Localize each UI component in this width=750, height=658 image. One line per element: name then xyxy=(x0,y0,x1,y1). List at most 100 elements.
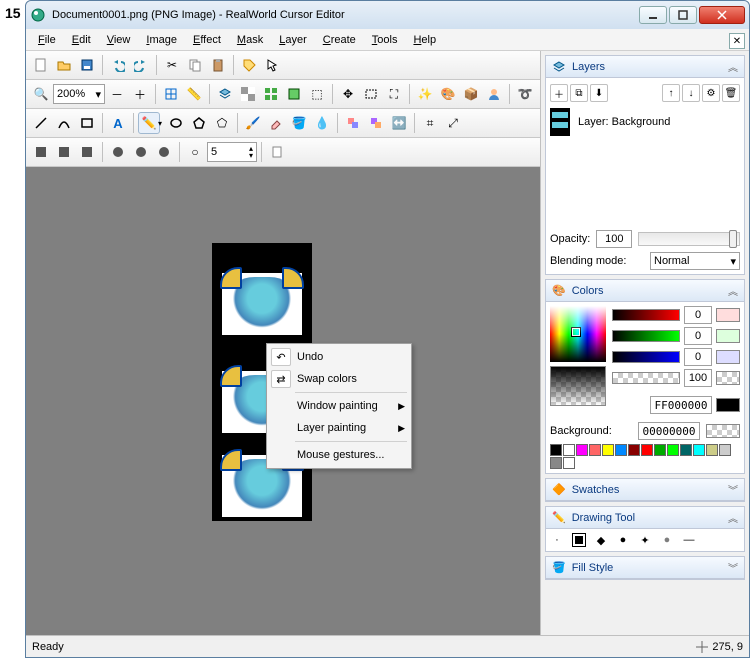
palette-swatch[interactable] xyxy=(550,457,562,469)
menu-file[interactable]: File xyxy=(30,32,64,48)
ellipse-tool-icon[interactable] xyxy=(165,112,187,134)
palette-swatch[interactable] xyxy=(563,457,575,469)
eraser-tool-icon[interactable] xyxy=(265,112,287,134)
opacity-input[interactable] xyxy=(596,230,632,248)
crop-tool-icon[interactable]: ⌗ xyxy=(419,112,441,134)
pencil-tool-icon[interactable]: ✏️ xyxy=(138,112,160,134)
palette-swatch[interactable] xyxy=(706,444,718,456)
brush-1px[interactable]: · xyxy=(550,533,564,547)
menu-help[interactable]: Help xyxy=(405,32,444,48)
layer-item[interactable]: Layer: Background xyxy=(550,106,740,138)
menu-image[interactable]: Image xyxy=(138,32,185,48)
tag-icon[interactable] xyxy=(238,54,260,76)
menu-tools[interactable]: Tools xyxy=(364,32,406,48)
palette-swatch[interactable] xyxy=(680,444,692,456)
select-rect-icon[interactable] xyxy=(360,83,382,105)
transform-tool-icon[interactable]: ⤢ xyxy=(442,112,464,134)
layer-up-icon[interactable]: ↑ xyxy=(662,84,680,102)
checker-icon[interactable] xyxy=(237,83,259,105)
minimize-button[interactable] xyxy=(639,6,667,24)
effect2-icon[interactable]: 🎨 xyxy=(437,83,459,105)
palette-swatch[interactable] xyxy=(550,444,562,456)
paste-icon[interactable] xyxy=(207,54,229,76)
brush-star[interactable]: ✦ xyxy=(638,533,652,547)
zoom-combo[interactable]: 200%▾ xyxy=(53,84,105,104)
r-input[interactable] xyxy=(684,306,712,324)
bg-hex-input[interactable] xyxy=(638,422,700,440)
zoom-tool-icon[interactable]: 🔍 xyxy=(30,83,52,105)
text-tool-icon[interactable]: A xyxy=(107,112,129,134)
canvas[interactable]: ↶Undo ⇄Swap colors Window painting▶ Laye… xyxy=(26,167,540,635)
dup-layer-icon[interactable]: ⧉ xyxy=(570,84,588,102)
menu-edit[interactable]: Edit xyxy=(64,32,99,48)
brush-tool-icon[interactable]: 🖌️ xyxy=(242,112,264,134)
menu-create[interactable]: Create xyxy=(315,32,364,48)
maximize-button[interactable] xyxy=(669,6,697,24)
b-input[interactable] xyxy=(684,348,712,366)
opt3[interactable] xyxy=(76,141,98,163)
palette-swatch[interactable] xyxy=(628,444,640,456)
ctx-swap-colors[interactable]: ⇄Swap colors xyxy=(269,368,409,390)
palette-swatch[interactable] xyxy=(719,444,731,456)
collapse-icon[interactable]: ︽ xyxy=(728,59,738,74)
menu-effect[interactable]: Effect xyxy=(185,32,229,48)
palette-swatch[interactable] xyxy=(654,444,666,456)
select-move-icon[interactable]: ✥ xyxy=(337,83,359,105)
panel-layers-header[interactable]: Layers ︽ xyxy=(546,56,744,78)
new-layer-icon[interactable]: ＋ xyxy=(550,84,568,102)
palette-swatch[interactable] xyxy=(602,444,614,456)
pointer-icon[interactable] xyxy=(261,54,283,76)
palette-swatch[interactable] xyxy=(693,444,705,456)
polygon-tool-icon[interactable] xyxy=(188,112,210,134)
collapse-icon[interactable]: ︽ xyxy=(728,510,738,525)
brush-line[interactable]: ― xyxy=(682,533,696,547)
opt-round1[interactable] xyxy=(107,141,129,163)
a-slider[interactable] xyxy=(612,372,680,384)
opt-circle[interactable]: ○ xyxy=(184,141,206,163)
brush-circle[interactable]: ● xyxy=(616,533,630,547)
ruler-icon[interactable]: 📏 xyxy=(183,83,205,105)
brush-diamond[interactable]: ◆ xyxy=(594,533,608,547)
zoom-in-icon[interactable]: ＋ xyxy=(129,83,151,105)
layer-down-icon[interactable]: ↓ xyxy=(682,84,700,102)
bg-swatch[interactable] xyxy=(706,424,740,438)
stamp-tool-icon[interactable] xyxy=(365,112,387,134)
copy-icon[interactable] xyxy=(184,54,206,76)
opt-round3[interactable] xyxy=(153,141,175,163)
select-all-icon[interactable]: ⛶ xyxy=(383,83,405,105)
g-input[interactable] xyxy=(684,327,712,345)
size-spinner[interactable]: 5▴▾ xyxy=(207,142,257,162)
curve-tool-icon[interactable] xyxy=(53,112,75,134)
ctx-layer-painting[interactable]: Layer painting▶ xyxy=(269,417,409,439)
rect-tool-icon[interactable] xyxy=(76,112,98,134)
fill-tool-icon[interactable]: 🪣 xyxy=(288,112,310,134)
ctx-mouse-gestures[interactable]: Mouse gestures... xyxy=(269,444,409,466)
palette-swatch[interactable] xyxy=(576,444,588,456)
delete-layer-icon[interactable]: 🗑 xyxy=(722,84,740,102)
lasso-icon[interactable]: ➰ xyxy=(514,83,536,105)
panel-colors-header[interactable]: 🎨 Colors ︽ xyxy=(546,280,744,302)
undo-icon[interactable] xyxy=(107,54,129,76)
line-tool-icon[interactable] xyxy=(30,112,52,134)
opt2[interactable] xyxy=(53,141,75,163)
save-icon[interactable] xyxy=(76,54,98,76)
image-bounds-icon[interactable] xyxy=(283,83,305,105)
open-icon[interactable] xyxy=(53,54,75,76)
layers-view-icon[interactable] xyxy=(214,83,236,105)
opacity-slider[interactable] xyxy=(638,232,740,246)
close-document-button[interactable]: ✕ xyxy=(729,33,745,49)
r-slider[interactable] xyxy=(612,309,680,321)
b-slider[interactable] xyxy=(612,351,680,363)
panel-fill-header[interactable]: 🪣 Fill Style ︾ xyxy=(546,557,744,579)
layer-props-icon[interactable]: ⚙ xyxy=(702,84,720,102)
color-picker-hue[interactable] xyxy=(550,306,606,362)
menu-view[interactable]: View xyxy=(99,32,139,48)
merge-down-icon[interactable]: ⬇ xyxy=(590,84,608,102)
move-tool-icon[interactable]: ↔️ xyxy=(388,112,410,134)
opt-page[interactable] xyxy=(266,141,288,163)
brush-square[interactable] xyxy=(572,533,586,547)
cut-icon[interactable]: ✂ xyxy=(161,54,183,76)
new-icon[interactable] xyxy=(30,54,52,76)
opt-round2[interactable] xyxy=(130,141,152,163)
expand-icon[interactable]: ︾ xyxy=(728,560,738,575)
